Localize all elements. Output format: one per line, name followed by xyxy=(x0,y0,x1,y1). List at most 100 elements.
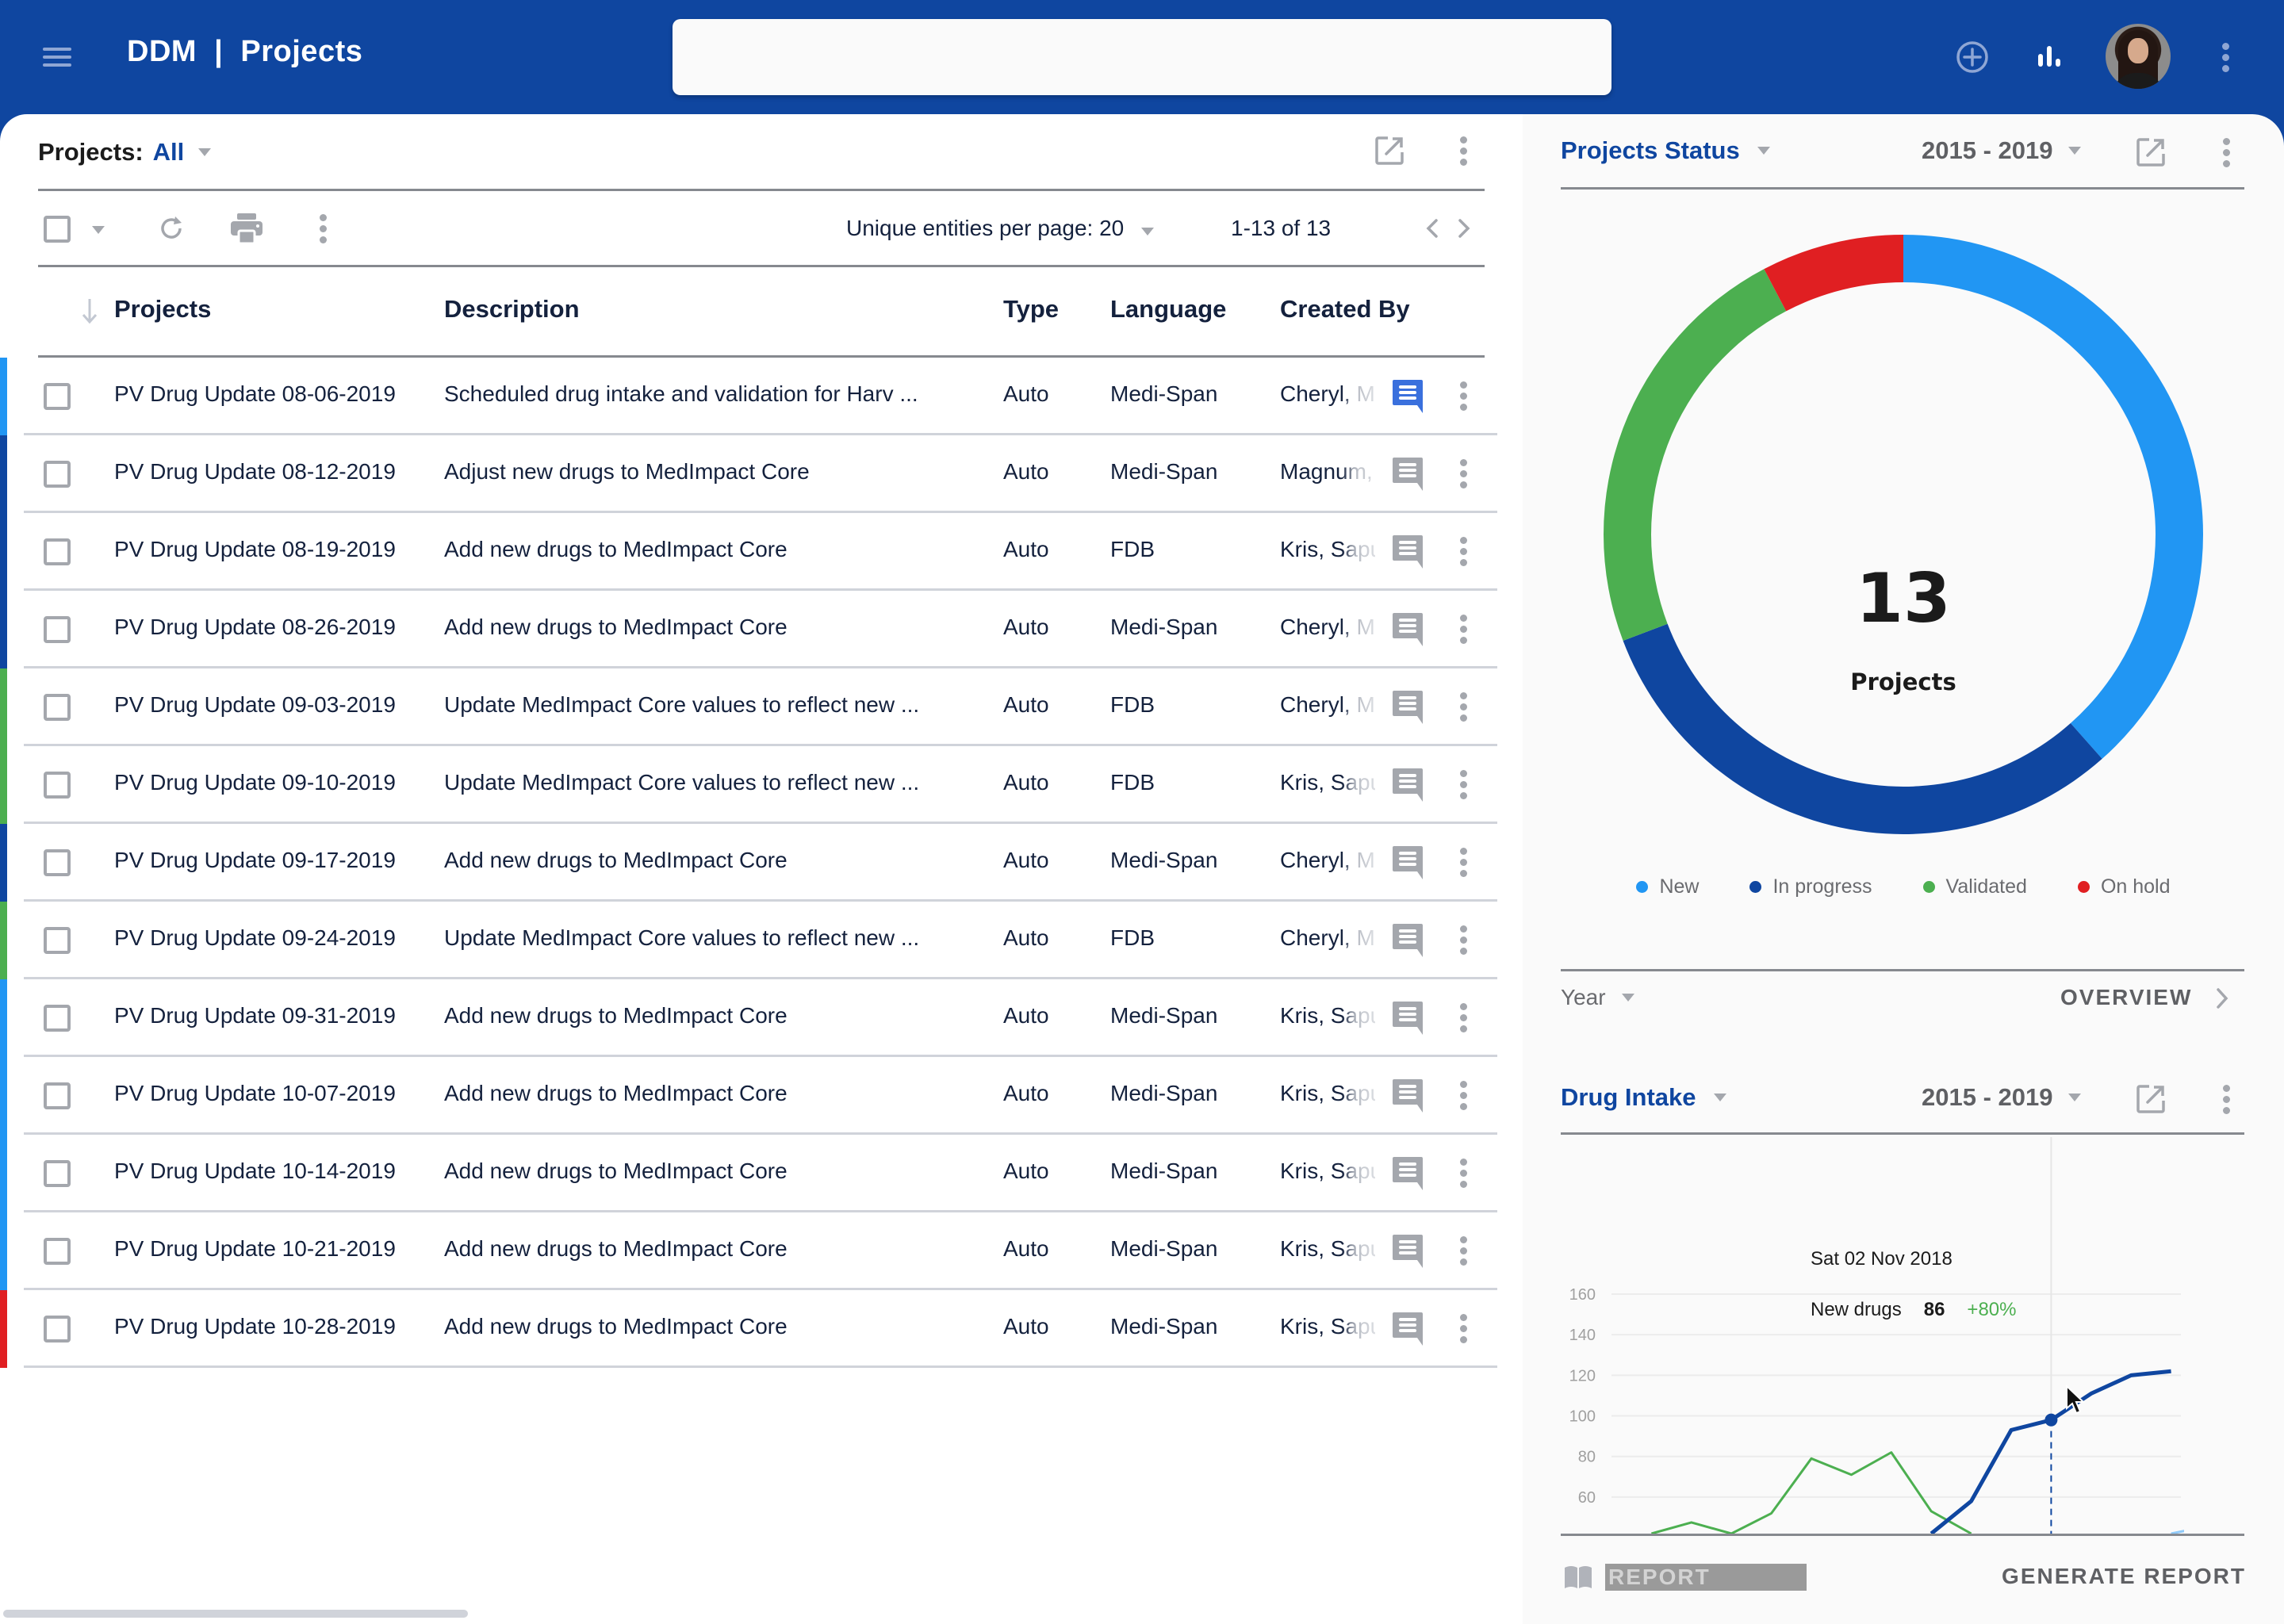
cell-project[interactable]: PV Drug Update 09-10-2019 xyxy=(114,770,396,795)
row-checkbox[interactable] xyxy=(44,1005,71,1032)
comment-icon[interactable] xyxy=(1392,689,1424,724)
caret-down-icon[interactable] xyxy=(198,148,212,156)
more-vert-icon[interactable] xyxy=(2200,32,2251,82)
row-more-icon[interactable] xyxy=(1455,1314,1471,1346)
cell-project[interactable]: PV Drug Update 09-03-2019 xyxy=(114,692,396,718)
bar-chart-icon[interactable] xyxy=(2024,32,2075,82)
legend-item-new[interactable]: New xyxy=(1636,875,1699,898)
comment-icon[interactable] xyxy=(1392,845,1424,879)
print-icon[interactable] xyxy=(228,211,265,246)
cell-project[interactable]: PV Drug Update 09-17-2019 xyxy=(114,848,396,873)
refresh-icon[interactable] xyxy=(154,211,189,246)
row-checkbox[interactable] xyxy=(44,1238,71,1265)
table-row[interactable]: PV Drug Update 10-28-2019 Add new drugs t… xyxy=(0,1290,1497,1368)
cell-project[interactable]: PV Drug Update 08-19-2019 xyxy=(114,537,396,562)
row-more-icon[interactable] xyxy=(1455,1081,1471,1113)
sort-descending-icon[interactable] xyxy=(81,297,98,325)
row-more-icon[interactable] xyxy=(1455,615,1471,646)
drug-intake-title[interactable]: Drug Intake xyxy=(1561,1083,1726,1112)
cell-project[interactable]: PV Drug Update 08-06-2019 xyxy=(114,381,396,407)
row-more-icon[interactable] xyxy=(1455,692,1471,724)
row-checkbox[interactable] xyxy=(44,616,71,643)
year-selector[interactable]: Year xyxy=(1561,985,1634,1010)
column-header-type[interactable]: Type xyxy=(1003,295,1059,324)
drug-intake-range[interactable]: 2015 - 2019 xyxy=(1922,1083,2082,1112)
row-more-icon[interactable] xyxy=(1455,1003,1471,1035)
cell-project[interactable]: PV Drug Update 09-31-2019 xyxy=(114,1003,396,1028)
legend-item-on-hold[interactable]: On hold xyxy=(2077,875,2171,898)
report-button[interactable]: REPORT xyxy=(1605,1564,1807,1591)
cell-project[interactable]: PV Drug Update 10-14-2019 xyxy=(114,1159,396,1184)
open-external-icon[interactable] xyxy=(2133,135,2168,170)
per-page-selector[interactable]: Unique entities per page: 20 xyxy=(846,216,1155,241)
table-row[interactable]: PV Drug Update 08-26-2019 Add new drugs t… xyxy=(0,591,1497,668)
column-header-description[interactable]: Description xyxy=(444,295,580,324)
series-line-new[interactable] xyxy=(2171,1526,2211,1534)
donut-slice-validated[interactable] xyxy=(1604,269,1787,642)
row-more-icon[interactable] xyxy=(1455,848,1471,879)
caret-down-icon[interactable] xyxy=(2068,1094,2082,1101)
cell-project[interactable]: PV Drug Update 10-07-2019 xyxy=(114,1081,396,1106)
table-row[interactable]: PV Drug Update 09-10-2019 Update MedImpac… xyxy=(0,746,1497,824)
open-external-icon[interactable] xyxy=(1372,133,1407,168)
select-all-checkbox[interactable] xyxy=(44,216,71,243)
row-more-icon[interactable] xyxy=(1455,925,1471,957)
table-row[interactable]: PV Drug Update 08-19-2019 Add new drugs t… xyxy=(0,513,1497,591)
row-checkbox[interactable] xyxy=(44,694,71,721)
user-avatar[interactable] xyxy=(2106,24,2171,89)
row-more-icon[interactable] xyxy=(1455,770,1471,802)
comment-icon[interactable] xyxy=(1392,922,1424,957)
row-more-icon[interactable] xyxy=(1455,1236,1471,1268)
horizontal-scrollbar[interactable] xyxy=(3,1610,468,1618)
comment-icon[interactable] xyxy=(1392,611,1424,646)
table-row[interactable]: PV Drug Update 09-24-2019 Update MedImpac… xyxy=(0,902,1497,979)
table-row[interactable]: PV Drug Update 10-21-2019 Add new drugs t… xyxy=(0,1212,1497,1290)
add-circle-icon[interactable] xyxy=(1947,32,1998,82)
row-checkbox[interactable] xyxy=(44,1160,71,1187)
caret-down-icon[interactable] xyxy=(1757,147,1770,155)
cell-project[interactable]: PV Drug Update 10-21-2019 xyxy=(114,1236,396,1262)
caret-down-icon[interactable] xyxy=(1141,228,1155,236)
comment-icon[interactable] xyxy=(1392,1078,1424,1113)
table-row[interactable]: PV Drug Update 10-07-2019 Add new drugs t… xyxy=(0,1057,1497,1135)
chevron-right-icon[interactable] xyxy=(2214,985,2230,1012)
row-more-icon[interactable] xyxy=(1455,459,1471,491)
comment-icon[interactable] xyxy=(1392,1000,1424,1035)
row-checkbox[interactable] xyxy=(44,927,71,954)
table-row[interactable]: PV Drug Update 08-06-2019 Scheduled drug … xyxy=(0,358,1497,435)
row-more-icon[interactable] xyxy=(1455,381,1471,413)
row-checkbox[interactable] xyxy=(44,383,71,410)
cell-project[interactable]: PV Drug Update 09-24-2019 xyxy=(114,925,396,951)
comment-icon[interactable] xyxy=(1392,767,1424,802)
cell-project[interactable]: PV Drug Update 10-28-2019 xyxy=(114,1314,396,1339)
toolbar-more-icon[interactable] xyxy=(311,213,335,244)
overview-link[interactable]: OVERVIEW xyxy=(2060,985,2192,1010)
cell-project[interactable]: PV Drug Update 08-12-2019 xyxy=(114,459,396,485)
table-row[interactable]: PV Drug Update 10-14-2019 Add new drugs t… xyxy=(0,1135,1497,1212)
comment-icon[interactable] xyxy=(1392,1233,1424,1268)
comment-icon[interactable] xyxy=(1392,456,1424,491)
row-checkbox[interactable] xyxy=(44,461,71,488)
prev-page-icon[interactable] xyxy=(1422,216,1443,241)
caret-down-icon[interactable] xyxy=(1713,1094,1726,1101)
legend-item-validated[interactable]: Validated xyxy=(1922,875,2027,898)
widget-more-icon[interactable] xyxy=(2214,136,2238,168)
panel-more-icon[interactable] xyxy=(1451,135,1475,167)
projects-status-title[interactable]: Projects Status xyxy=(1561,136,1770,165)
select-menu-caret-icon[interactable] xyxy=(92,226,105,234)
hamburger-menu-icon[interactable] xyxy=(43,46,71,68)
row-checkbox[interactable] xyxy=(44,772,71,799)
table-row[interactable]: PV Drug Update 09-17-2019 Add new drugs t… xyxy=(0,824,1497,902)
row-more-icon[interactable] xyxy=(1455,1159,1471,1190)
hover-data-point[interactable] xyxy=(2044,1413,2058,1427)
cell-project[interactable]: PV Drug Update 08-26-2019 xyxy=(114,615,396,640)
next-page-icon[interactable] xyxy=(1454,216,1474,241)
caret-down-icon[interactable] xyxy=(1621,994,1634,1002)
search-input[interactable] xyxy=(673,19,1611,95)
comment-icon[interactable] xyxy=(1392,534,1424,569)
projects-status-range[interactable]: 2015 - 2019 xyxy=(1922,136,2082,165)
comment-icon[interactable] xyxy=(1392,1311,1424,1346)
table-row[interactable]: PV Drug Update 09-31-2019 Add new drugs t… xyxy=(0,979,1497,1057)
comment-icon[interactable] xyxy=(1392,1155,1424,1190)
row-checkbox[interactable] xyxy=(44,1316,71,1342)
